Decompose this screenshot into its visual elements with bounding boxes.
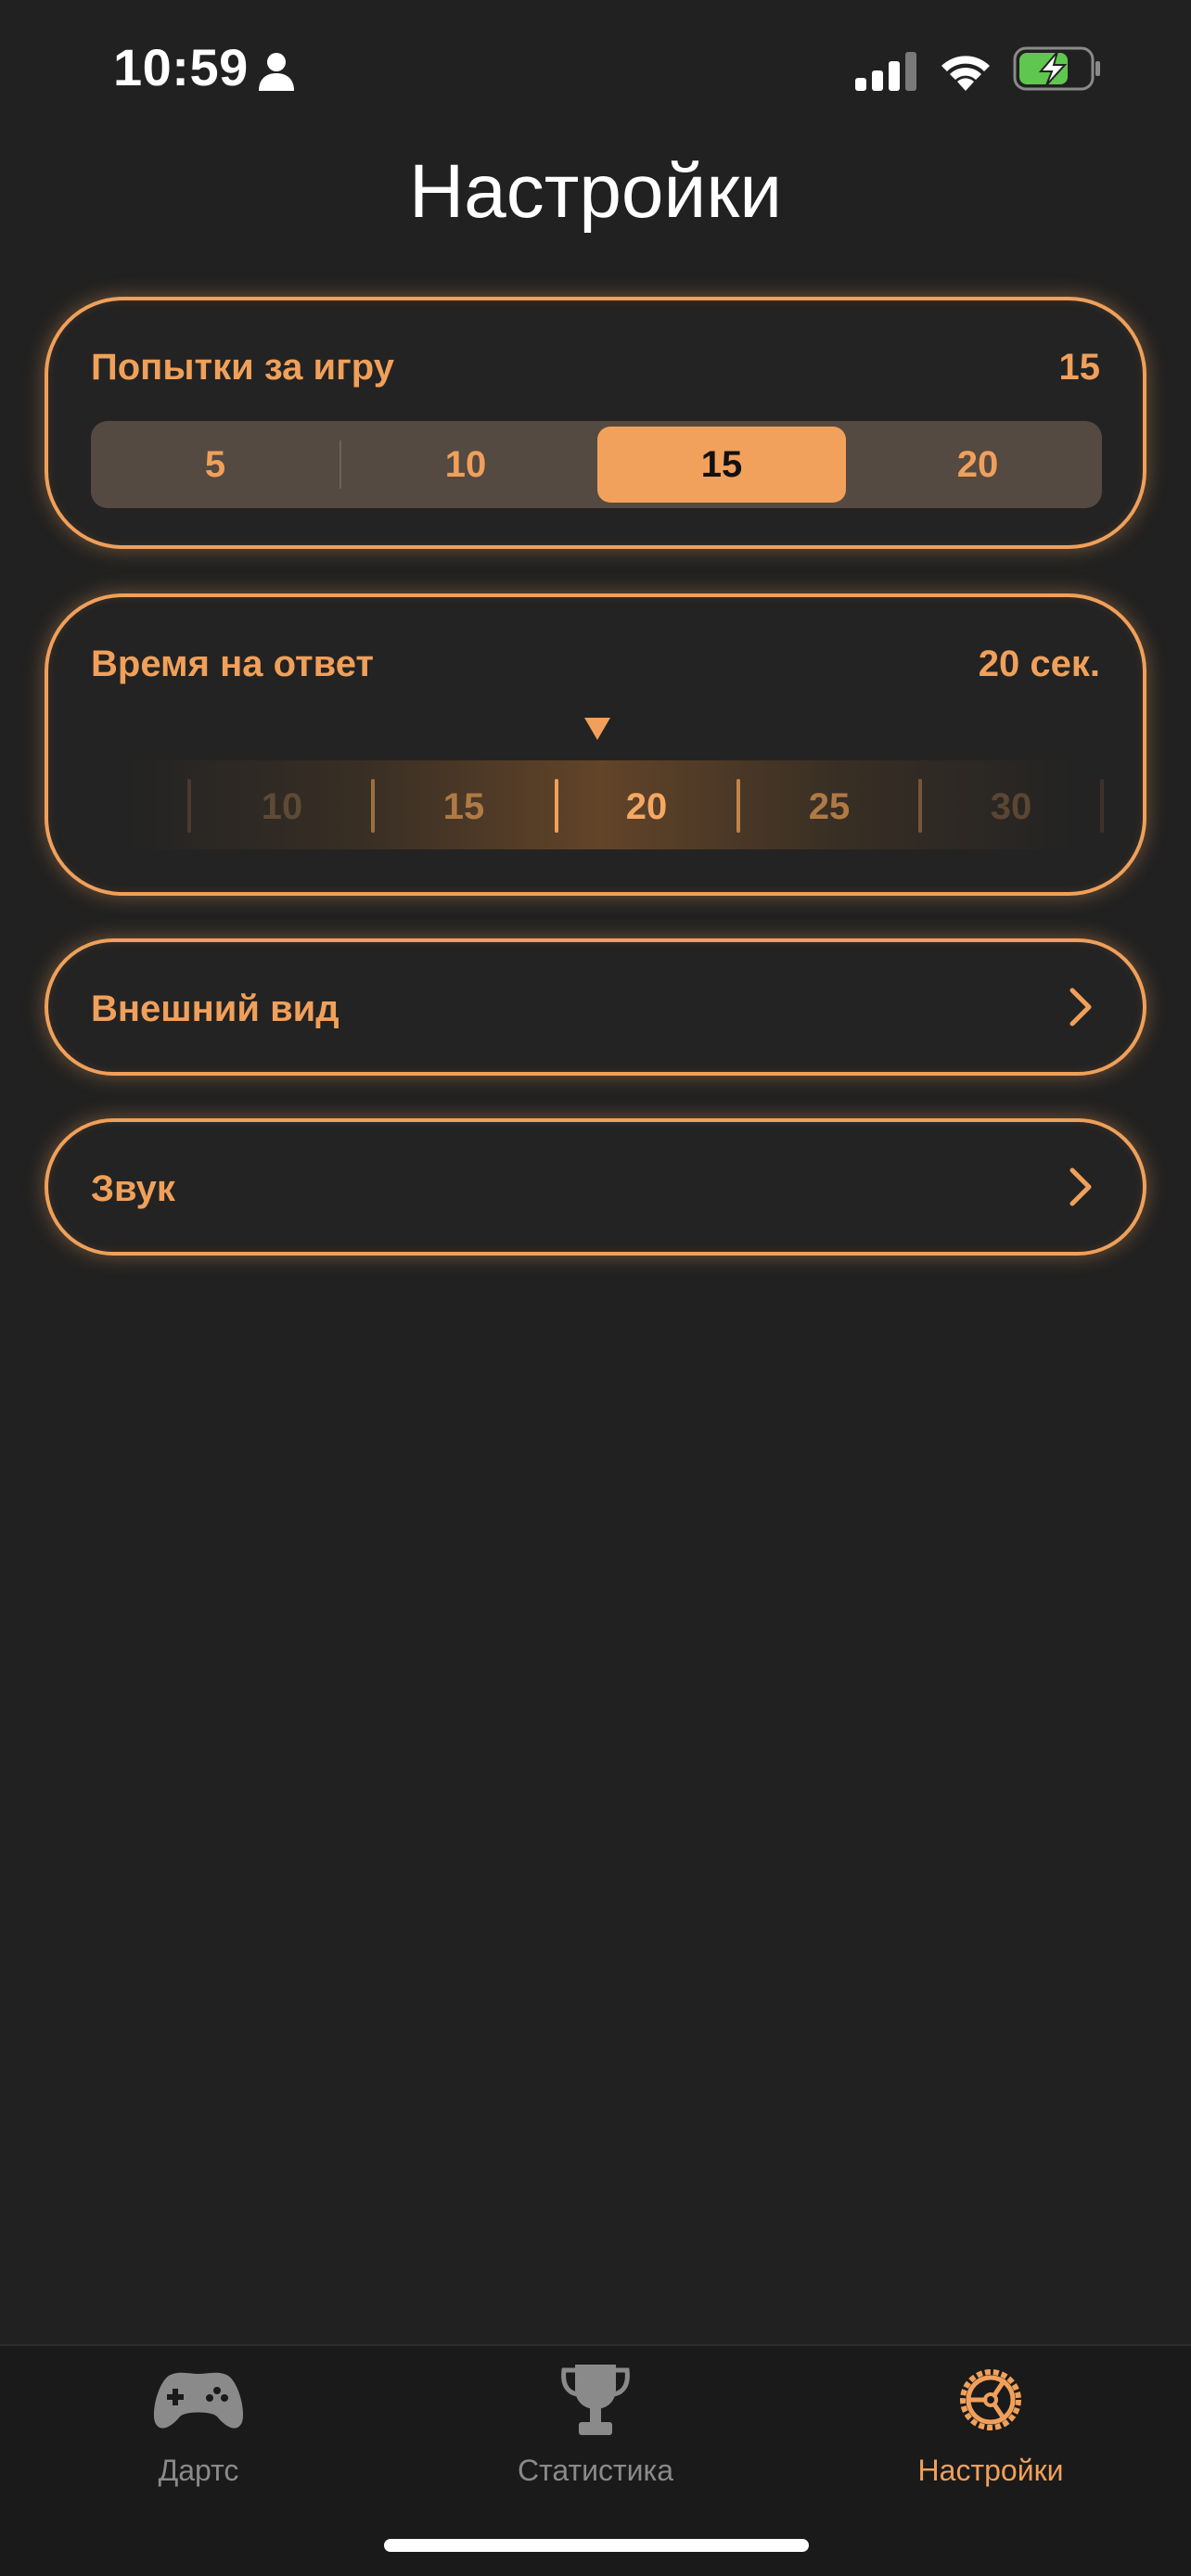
settings-screen: 10:59 Настройки Попытки за игру 15 5 10 … xyxy=(0,0,1191,2576)
attempts-value: 15 xyxy=(1058,347,1101,388)
ruler-label-25[interactable]: 25 xyxy=(774,786,885,828)
chevron-right-icon xyxy=(1069,1167,1092,1206)
attempts-option-20[interactable]: 20 xyxy=(853,421,1102,508)
appearance-label: Внешний вид xyxy=(91,988,339,1029)
gamecontroller-icon xyxy=(153,2372,244,2429)
ruler-tick xyxy=(736,779,740,833)
person-icon xyxy=(259,53,294,91)
attempts-option-15[interactable]: 15 xyxy=(597,427,846,503)
status-bar: 10:59 xyxy=(0,0,1191,139)
sound-row[interactable]: Звук xyxy=(45,1118,1146,1256)
appearance-row[interactable]: Внешний вид xyxy=(45,938,1146,1076)
attempts-option-10[interactable]: 10 xyxy=(341,421,590,508)
attempts-segmented-control[interactable]: 5 10 15 20 xyxy=(91,421,1102,508)
tab-darts-label: Дартс xyxy=(158,2454,239,2487)
cellular-signal-icon xyxy=(855,52,916,91)
answer-time-label: Время на ответ xyxy=(91,644,374,684)
status-time: 10:59 xyxy=(113,38,249,96)
ruler-label-10[interactable]: 10 xyxy=(226,786,338,828)
answer-time-ruler[interactable]: 10 15 20 25 30 xyxy=(122,760,1104,849)
tab-statistics-label: Статистика xyxy=(517,2454,674,2487)
ruler-tick xyxy=(918,779,922,833)
attempts-label: Попытки за игру xyxy=(91,347,394,388)
attempts-card: Попытки за игру 15 5 10 15 20 xyxy=(45,297,1146,549)
sound-label: Звук xyxy=(91,1168,175,1209)
chevron-right-icon xyxy=(1069,988,1092,1027)
segment-divider xyxy=(590,440,592,489)
tab-settings-label: Настройки xyxy=(917,2454,1064,2487)
wifi-icon xyxy=(941,56,990,91)
ruler-tick xyxy=(187,779,191,833)
page-title: Настройки xyxy=(408,149,783,234)
triangle-pointer-icon xyxy=(584,718,610,740)
tab-statistics[interactable]: Статистика xyxy=(456,2363,735,2502)
steering-wheel-icon xyxy=(960,2369,1021,2430)
ruler-label-30[interactable]: 30 xyxy=(955,786,1067,828)
answer-time-value: 20 сек. xyxy=(978,644,1100,684)
tab-settings[interactable]: Настройки xyxy=(852,2363,1130,2502)
ruler-tick xyxy=(1100,779,1104,833)
ruler-tick xyxy=(371,779,375,833)
ruler-label-15[interactable]: 15 xyxy=(408,786,519,828)
ruler-label-20[interactable]: 20 xyxy=(591,786,702,828)
tab-darts[interactable]: Дартс xyxy=(59,2363,338,2502)
home-indicator xyxy=(384,2539,809,2552)
attempts-option-5[interactable]: 5 xyxy=(91,421,339,508)
ruler-tick xyxy=(555,779,558,833)
trophy-icon xyxy=(561,2365,630,2435)
answer-time-card: Время на ответ 20 сек. 10 15 20 25 30 xyxy=(45,593,1146,896)
battery-charging-icon xyxy=(1013,46,1100,91)
